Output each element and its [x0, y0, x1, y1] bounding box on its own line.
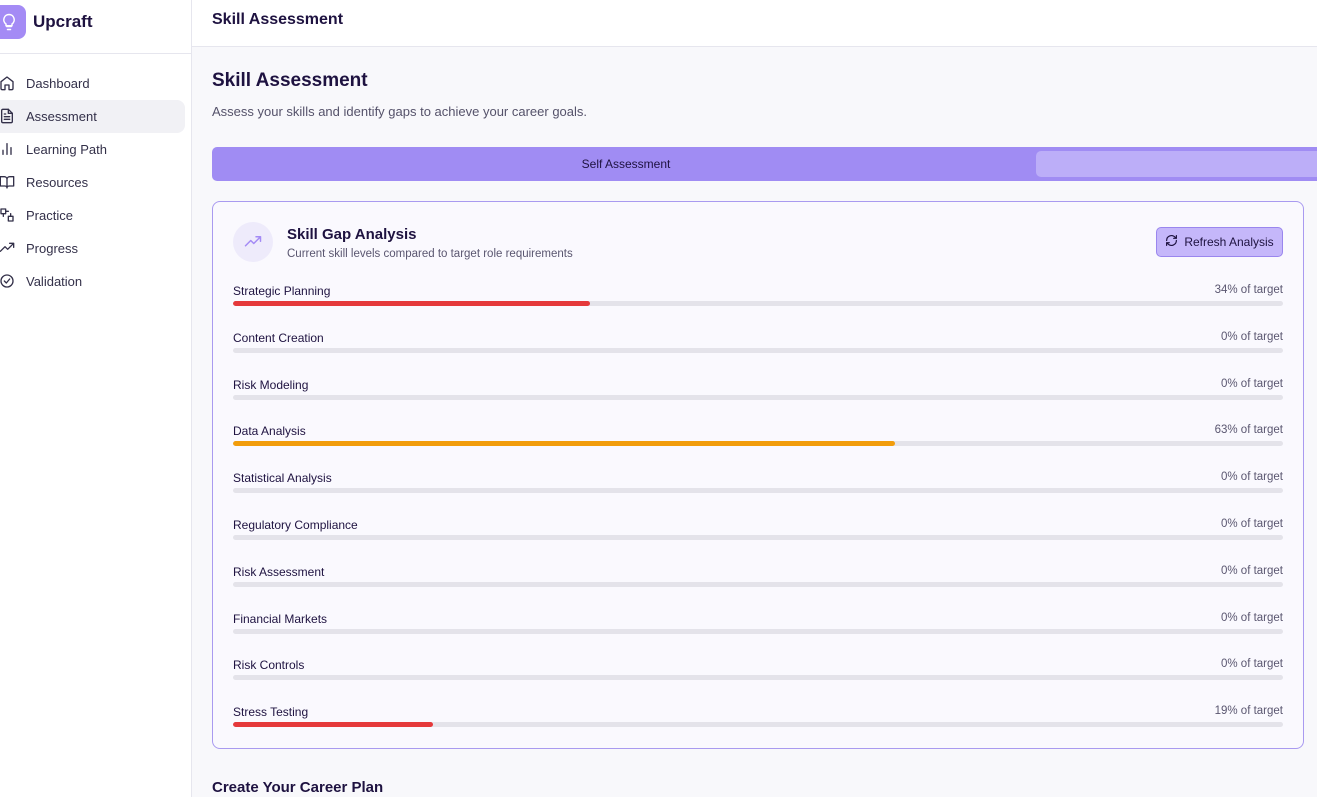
skill-percent: 0% of target: [1220, 517, 1283, 530]
skill-gap-card: Skill Gap Analysis Current skill levels …: [212, 201, 1304, 749]
main-content: Skill Assessment Assess your skills and …: [192, 47, 1317, 797]
document-icon: [0, 108, 15, 124]
puzzle-icon: [0, 207, 15, 223]
sidebar-item-practice[interactable]: Practice: [0, 199, 185, 232]
sidebar-item-label: Resources: [26, 175, 89, 190]
card-subtitle: Current skill levels compared to target …: [287, 248, 573, 260]
skill-progress-fill: [233, 301, 590, 306]
skill-row: Content Creation 0% of target: [233, 331, 1283, 378]
skill-name: Data Analysis: [233, 424, 306, 439]
skill-progress-track: [233, 628, 1283, 634]
skill-name: Risk Controls: [233, 658, 305, 673]
skill-percent: 0% of target: [1220, 377, 1283, 390]
skill-progress-fill: [233, 722, 433, 728]
sidebar-item-assessment[interactable]: Assessment: [0, 100, 185, 133]
skill-progress-track: [233, 488, 1283, 494]
bar-chart-icon: [0, 141, 15, 157]
skill-name: Content Creation: [233, 330, 324, 345]
skill-progress-track: [233, 675, 1283, 681]
section-title-career-plan: Create Your Career Plan: [212, 779, 384, 796]
skill-row: Risk Modeling 0% of target: [233, 378, 1283, 425]
skill-name: Financial Markets: [233, 611, 328, 626]
skill-percent: 34% of target: [1214, 284, 1283, 296]
skill-percent: 0% of target: [1220, 611, 1283, 624]
skill-name: Strategic Planning: [233, 284, 331, 298]
trending-up-icon: [233, 222, 273, 262]
skill-row: Regulatory Compliance 0% of target: [233, 518, 1283, 565]
skill-row: Data Analysis 63% of target: [233, 424, 1283, 471]
skill-row: Strategic Planning 34% of target: [233, 284, 1283, 331]
sidebar-item-label: Validation: [26, 274, 83, 289]
sidebar-item-dashboard[interactable]: Dashboard: [0, 67, 185, 100]
skill-row: Financial Markets 0% of target: [233, 612, 1283, 659]
skill-percent: 0% of target: [1220, 658, 1283, 671]
trending-up-icon: [0, 240, 15, 256]
skill-percent: 0% of target: [1220, 330, 1283, 343]
skill-progress-track: [233, 347, 1283, 353]
skill-progress-track: [233, 301, 1283, 306]
skill-row: Risk Controls 0% of target: [233, 658, 1283, 705]
sidebar-item-resources[interactable]: Resources: [0, 166, 185, 199]
skill-progress-track: [233, 534, 1283, 540]
skill-progress-track: [233, 581, 1283, 587]
skill-row: Statistical Analysis 0% of target: [233, 471, 1283, 518]
skill-percent: 0% of target: [1220, 564, 1283, 577]
refresh-icon: [1165, 234, 1178, 250]
page-subtitle: Assess your skills and identify gaps to …: [212, 104, 588, 119]
skill-name: Stress Testing: [233, 705, 309, 720]
sidebar-item-label: Learning Path: [26, 142, 107, 157]
skill-name: Statistical Analysis: [233, 471, 332, 486]
skill-progress-fill: [233, 441, 895, 447]
skill-percent: 0% of target: [1220, 471, 1283, 484]
tab-self-assessment[interactable]: Self Assessment: [212, 147, 1040, 181]
page-title: Skill Assessment: [212, 70, 368, 91]
skill-progress-track: [233, 722, 1283, 728]
skill-progress-track: [233, 394, 1283, 400]
sidebar-nav: Dashboard Assessment Learning Path Resou…: [0, 67, 191, 298]
skill-name: Regulatory Compliance: [233, 517, 358, 532]
sidebar-item-label: Assessment: [26, 109, 97, 124]
refresh-analysis-button[interactable]: Refresh Analysis: [1156, 227, 1283, 257]
skill-name: Risk Assessment: [233, 564, 325, 579]
top-bar: Skill Assessment: [192, 0, 1317, 47]
sidebar-item-label: Practice: [26, 208, 73, 223]
header-title: Skill Assessment: [212, 11, 344, 28]
skill-percent: 19% of target: [1214, 705, 1283, 718]
check-circle-icon: [0, 273, 15, 289]
skill-percent: 63% of target: [1214, 424, 1283, 437]
sidebar-item-progress[interactable]: Progress: [0, 232, 185, 265]
skill-list: Strategic Planning 34% of target Content C…: [233, 284, 1283, 752]
skill-row: Risk Assessment 0% of target: [233, 565, 1283, 612]
sidebar-item-label: Dashboard: [26, 76, 90, 91]
tab-secondary[interactable]: [1036, 151, 1317, 177]
card-title: Skill Gap Analysis: [287, 226, 417, 243]
assessment-tabs: Self Assessment: [212, 147, 1317, 181]
app-root: Upcraft Dashboard Assessment Learning Pa…: [0, 0, 1317, 797]
sidebar: Upcraft Dashboard Assessment Learning Pa…: [0, 0, 192, 797]
book-icon: [0, 174, 15, 190]
sidebar-item-learning-path[interactable]: Learning Path: [0, 133, 185, 166]
brand-name[interactable]: Upcraft: [33, 12, 93, 32]
sidebar-item-validation[interactable]: Validation: [0, 265, 185, 298]
skill-name: Risk Modeling: [233, 377, 309, 392]
skill-progress-track: [233, 441, 1283, 447]
brand-header: Upcraft: [0, 0, 191, 54]
sidebar-item-label: Progress: [26, 241, 79, 256]
skill-row: Stress Testing 19% of target: [233, 705, 1283, 752]
home-icon: [0, 75, 15, 91]
lightbulb-icon: [0, 5, 26, 39]
refresh-label: Refresh Analysis: [1184, 235, 1274, 249]
